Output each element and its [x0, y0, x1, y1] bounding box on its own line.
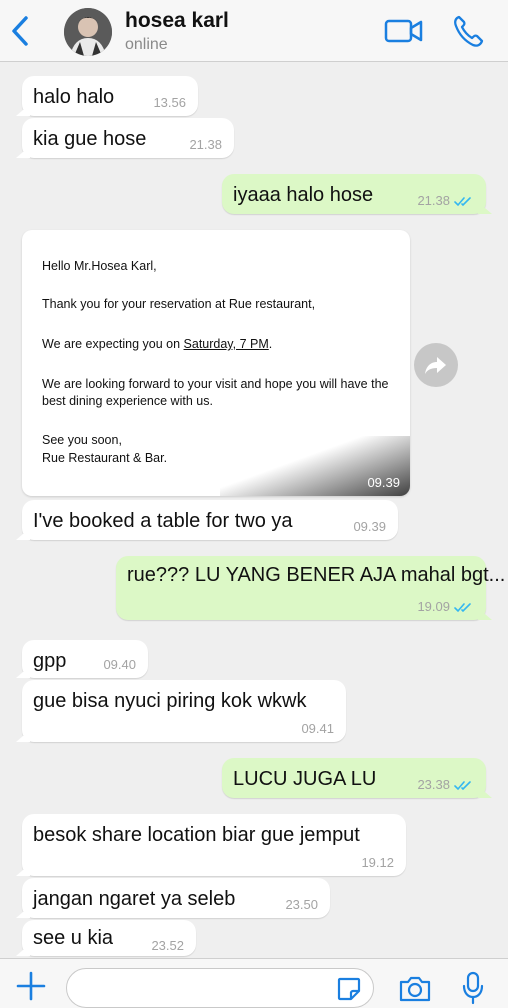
email-greeting: Hello Mr.Hosea Karl, — [42, 259, 157, 273]
image-time: 09.39 — [367, 475, 400, 490]
message-time: 09.40 — [103, 657, 136, 672]
email-line-2: We are expecting you on Saturday, 7 PM. — [42, 336, 392, 353]
avatar[interactable] — [64, 8, 112, 56]
message-text: halo halo — [33, 86, 115, 108]
message-incoming[interactable]: gue bisa nyuci piring kok wkwk 09.41 — [22, 680, 346, 742]
message-incoming[interactable]: I've booked a table for two ya 09.39 — [22, 500, 398, 540]
message-incoming[interactable]: besok share location biar gue jemput 19.… — [22, 814, 406, 876]
phone-icon[interactable] — [452, 14, 484, 48]
message-time: 23.50 — [285, 897, 318, 912]
message-text-line: rue??? LU YANG BENER AJA mahal bgt... — [127, 564, 506, 586]
double-check-icon — [454, 602, 471, 612]
message-time-text: 23.38 — [417, 777, 450, 792]
message-time: 19.12 — [361, 855, 394, 870]
message-outgoing[interactable]: iyaaa halo hose 21.38 — [222, 174, 486, 214]
message-time: 23.38 — [417, 777, 474, 792]
avatar-image — [64, 8, 112, 56]
message-incoming[interactable]: kia gue hose 21.38 — [22, 118, 234, 158]
message-time-text: 21.38 — [417, 193, 450, 208]
message-text: kia gue hose — [33, 128, 147, 150]
forward-icon — [425, 357, 446, 374]
mic-icon[interactable] — [462, 971, 484, 1005]
message-outgoing[interactable]: LUCU JUGA LU 23.38 — [222, 758, 486, 798]
message-incoming[interactable]: gpp 09.40 — [22, 640, 148, 678]
message-outgoing[interactable]: rue??? LU YANG BENER AJA mahal bgt... 19… — [116, 556, 505, 620]
message-time: 19.09 — [417, 599, 474, 614]
message-incoming[interactable]: halo halo 13.56 — [22, 76, 198, 116]
chat-area[interactable]: halo halo 13.56 kia gue hose 21.38 iyaaa… — [0, 62, 508, 958]
contact-name[interactable]: hosea karl — [125, 9, 229, 33]
video-call-icon[interactable] — [384, 16, 424, 46]
message-input-bar — [0, 958, 508, 1008]
message-text: I've booked a table for two ya — [33, 510, 293, 532]
double-check-icon — [454, 196, 471, 206]
message-text: rue??? LU YANG BENER AJA mahal bgt... — [127, 562, 508, 588]
message-time: 13.56 — [153, 95, 186, 110]
message-text: iyaaa halo hose — [233, 184, 374, 206]
email-line-1: Thank you for your reservation at Rue re… — [42, 297, 316, 311]
message-time-text: 19.09 — [417, 599, 450, 614]
message-time: 23.52 — [151, 938, 184, 953]
double-check-icon — [454, 780, 471, 790]
message-time: 21.38 — [417, 193, 474, 208]
message-text: see u kia — [33, 927, 114, 949]
back-icon[interactable] — [8, 14, 34, 48]
contact-status: online — [125, 36, 168, 53]
email-line-2-suffix: . — [268, 337, 273, 351]
forward-button[interactable] — [414, 343, 458, 387]
message-incoming[interactable]: jangan ngaret ya seleb 23.50 — [22, 878, 330, 918]
message-text: besok share location biar gue jemput — [33, 824, 360, 846]
message-time: 09.39 — [353, 519, 386, 534]
email-line-2-prefix: We are expecting you on — [42, 337, 184, 351]
plus-icon[interactable] — [16, 971, 46, 1001]
message-time: 21.38 — [189, 137, 222, 152]
message-time: 09.41 — [301, 721, 334, 736]
message-incoming[interactable]: see u kia 23.52 — [22, 920, 196, 956]
message-input[interactable] — [66, 968, 374, 1008]
message-text: gpp — [33, 650, 67, 672]
message-text: gue bisa nyuci piring kok wkwk — [33, 690, 307, 712]
camera-icon[interactable] — [398, 975, 432, 1003]
message-text: LUCU JUGA LU — [233, 768, 377, 790]
email-date-link: Saturday, 7 PM — [183, 337, 269, 351]
sticker-icon[interactable] — [336, 976, 362, 1002]
chat-header: hosea karl online — [0, 0, 508, 62]
email-line-3: We are looking forward to your visit and… — [42, 377, 389, 408]
message-text: jangan ngaret ya seleb — [33, 888, 236, 910]
image-message[interactable]: Hello Mr.Hosea Karl, Thank you for your … — [22, 230, 410, 496]
